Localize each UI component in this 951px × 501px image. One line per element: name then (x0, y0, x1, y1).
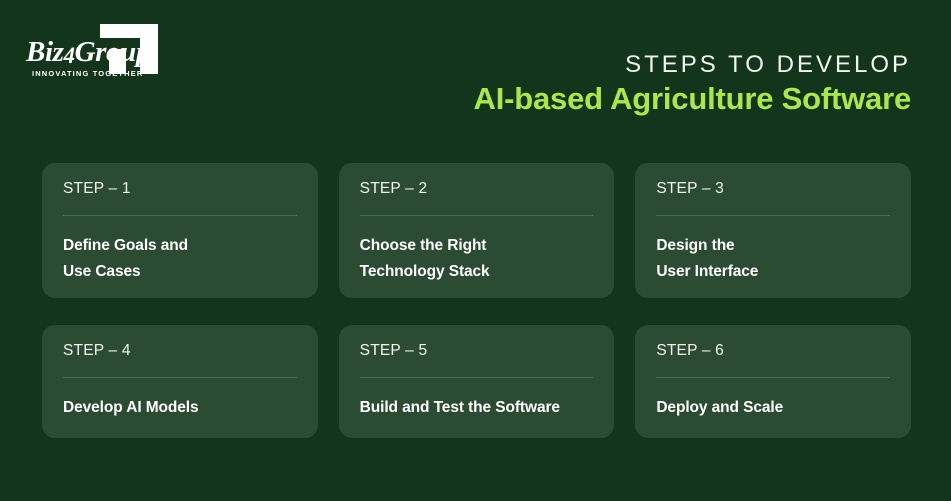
step-label: STEP – 1 (63, 180, 131, 197)
logo-wordmark: Biz4Group (26, 36, 150, 69)
card-divider (63, 376, 297, 378)
logo-tagline: INNOVATING TOGETHER (32, 69, 144, 78)
step-card[interactable]: STEP – 6 Deploy and Scale (635, 325, 912, 438)
steps-grid: STEP – 1 Define Goals and Use Cases STEP… (42, 163, 912, 438)
logo-word-post: Group (74, 36, 151, 68)
step-label: STEP – 4 (63, 342, 131, 359)
step-description: Design the User Interface (656, 236, 759, 280)
title-kicker: STEPS TO DEVELOP (625, 51, 911, 78)
logo-word-pre: Biz (26, 36, 64, 68)
card-divider (656, 376, 891, 378)
card-divider (359, 214, 594, 216)
step-description: Choose the Right Technology Stack (359, 236, 490, 280)
step-description: Deploy and Scale (656, 398, 784, 416)
step-label: STEP – 5 (359, 342, 428, 359)
page-title: AI-based Agriculture Software (473, 81, 912, 117)
card-divider (63, 214, 297, 216)
step-label: STEP – 6 (656, 342, 725, 359)
step-card[interactable]: STEP – 2 Choose the Right Technology Sta… (338, 163, 615, 298)
steps-row-top: STEP – 1 Define Goals and Use Cases STEP… (42, 163, 912, 298)
step-card[interactable]: STEP – 5 Build and Test the Software (338, 325, 615, 438)
step-card[interactable]: STEP – 1 Define Goals and Use Cases (42, 163, 318, 298)
step-label: STEP – 3 (656, 180, 725, 197)
card-divider (359, 376, 594, 378)
header: Biz4Group INNOVATING TOGETHER STEPS TO D… (0, 0, 951, 140)
step-card[interactable]: STEP – 3 Design the User Interface (635, 163, 912, 298)
title-block: STEPS TO DEVELOP AI-based Agriculture So… (473, 51, 912, 120)
step-label: STEP – 2 (359, 180, 428, 197)
step-card[interactable]: STEP – 4 Develop AI Models (42, 325, 318, 438)
step-description: Build and Test the Software (359, 398, 560, 416)
step-description: Define Goals and Use Cases (63, 236, 189, 280)
brand-logo[interactable]: Biz4Group INNOVATING TOGETHER (22, 22, 192, 84)
logo-word-num: 4 (63, 43, 76, 68)
step-description: Develop AI Models (63, 398, 199, 416)
card-divider (656, 214, 891, 216)
steps-row-bottom: STEP – 4 Develop AI Models STEP – 5 Buil… (42, 325, 912, 438)
